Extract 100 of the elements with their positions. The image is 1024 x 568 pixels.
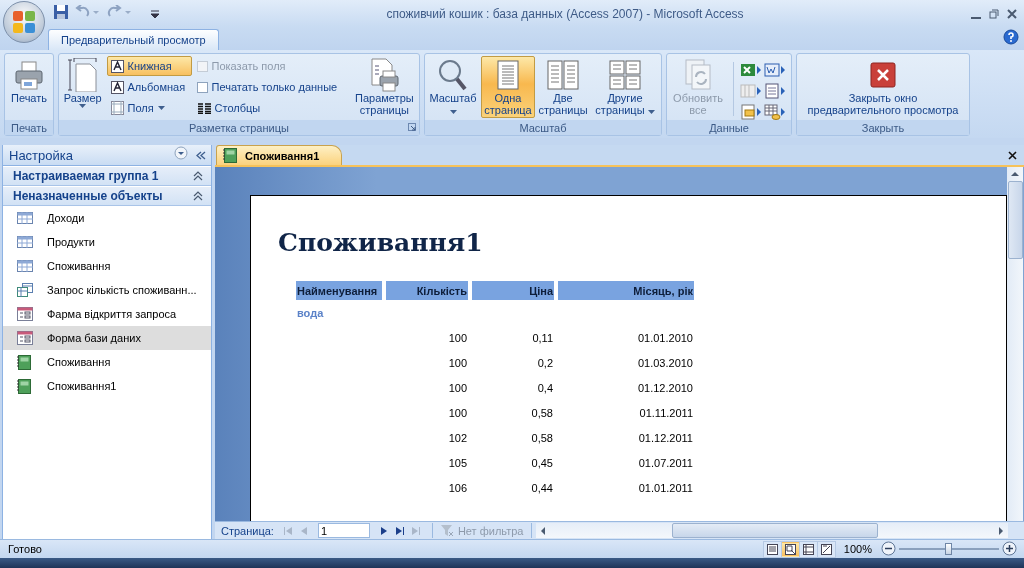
zoom-out-button[interactable] xyxy=(880,539,897,559)
magnifier-icon xyxy=(438,59,468,91)
view-button[interactable] xyxy=(763,541,781,557)
printer-icon xyxy=(14,60,44,90)
table-cell: 0,45 xyxy=(531,456,553,469)
query-icon xyxy=(17,283,33,297)
left-arrow-icon xyxy=(540,526,547,535)
scrollbar-thumb[interactable] xyxy=(672,523,879,538)
multiple-pages-icon xyxy=(609,60,641,90)
nav-item[interactable]: Споживання xyxy=(3,350,211,374)
zoom-in-button[interactable] xyxy=(1001,539,1018,559)
restore-icon xyxy=(989,8,999,19)
dialog-launcher-icon[interactable] xyxy=(408,123,416,131)
view-button[interactable] xyxy=(781,541,799,557)
columns-button[interactable]: Столбцы xyxy=(193,98,350,118)
column-header: Місяць, рік xyxy=(558,281,694,300)
table-cell: 01.11.2011 xyxy=(639,406,693,419)
portrait-icon xyxy=(110,59,124,73)
page-setup-button[interactable]: Параметры страницы xyxy=(351,56,417,118)
document-tab[interactable]: Споживання1 xyxy=(216,145,343,165)
new-page-icon xyxy=(411,526,420,535)
table-cell: 105 xyxy=(448,456,467,469)
columns-icon xyxy=(197,102,211,114)
zoom-button[interactable]: Другие страницы xyxy=(591,56,659,118)
nav-item[interactable]: Фарма відкриття запроса xyxy=(3,302,211,326)
orientation-button[interactable]: Альбомная xyxy=(106,77,192,97)
zoom-button[interactable]: Одна страница xyxy=(481,56,535,118)
zoom-button[interactable]: Масштаб xyxy=(427,56,479,118)
close-icon xyxy=(1007,8,1017,19)
undo-icon xyxy=(75,4,101,19)
nav-item[interactable]: Запрос кількість споживанн... xyxy=(3,278,211,302)
office-logo-icon xyxy=(12,10,36,34)
zoom-level: 100% xyxy=(843,543,872,555)
slider-thumb[interactable] xyxy=(945,543,952,555)
zoom-in-icon xyxy=(1002,540,1017,556)
table-icon xyxy=(17,260,33,272)
close-preview-button[interactable]: Закрыть окно предварительного просмотра xyxy=(799,56,967,118)
table-cell: 0,2 xyxy=(537,356,553,369)
margins-icon xyxy=(110,101,124,115)
zoom-out-icon xyxy=(881,540,896,556)
print-button[interactable]: Печать xyxy=(7,56,51,118)
table-cell: 01.12.2010 xyxy=(637,381,693,394)
nav-item[interactable]: Споживання xyxy=(3,254,211,278)
text-file-export-icon xyxy=(764,83,786,99)
table-cell: 0,58 xyxy=(531,431,553,444)
group-name: вода xyxy=(297,306,324,319)
redo-icon xyxy=(107,4,133,19)
size-button[interactable]: Размер xyxy=(61,56,105,118)
table-cell: 0,11 xyxy=(532,331,553,344)
nav-item[interactable]: Форма бази даних xyxy=(3,326,211,350)
design-view-icon xyxy=(820,543,832,555)
column-header: Ціна xyxy=(472,281,554,300)
group-label: Масштаб xyxy=(519,121,567,134)
view-button[interactable] xyxy=(817,541,835,557)
horizontal-scrollbar[interactable] xyxy=(536,523,1008,538)
margins-button[interactable]: Поля xyxy=(106,98,192,118)
office-button[interactable] xyxy=(3,1,45,43)
list-export-icon xyxy=(740,83,762,99)
scrollbar-thumb[interactable] xyxy=(1007,181,1023,259)
table-cell: 0,44 xyxy=(531,481,553,494)
close-icon xyxy=(870,62,896,88)
table-cell: 01.01.2010 xyxy=(637,331,693,344)
zoom-button[interactable]: Две страницы xyxy=(537,56,589,118)
two-pages-icon xyxy=(547,60,579,90)
ribbon-tab[interactable]: Предварительный просмотр xyxy=(48,29,219,50)
right-arrow-icon xyxy=(998,526,1004,535)
report-icon xyxy=(17,354,31,370)
previous-page-icon xyxy=(299,526,308,535)
word-export-icon xyxy=(764,62,786,78)
up-arrow-icon xyxy=(1011,171,1019,177)
table-cell: 0,58 xyxy=(531,406,553,419)
table-cell: 100 xyxy=(448,406,467,419)
nav-item[interactable]: Доходи xyxy=(3,206,211,230)
page-size-icon xyxy=(67,58,98,92)
pane-title: Настройка xyxy=(9,147,74,163)
table-cell: 01.01.2011 xyxy=(638,481,693,494)
nav-item[interactable]: Продукти xyxy=(3,230,211,254)
report-icon xyxy=(223,148,237,163)
view-button[interactable] xyxy=(799,541,817,557)
page-number-field[interactable]: 1 xyxy=(317,523,370,538)
table-cell: 01.12.2011 xyxy=(638,431,693,444)
filter-icon xyxy=(440,524,454,537)
nav-group-header[interactable]: Настраиваемая группа 1 xyxy=(3,166,211,186)
vertical-scrollbar[interactable] xyxy=(1007,167,1023,522)
table-cell: 01.07.2011 xyxy=(638,456,693,469)
table-icon xyxy=(17,212,33,224)
table-cell: 106 xyxy=(448,481,467,494)
refresh-icon xyxy=(683,59,713,91)
nav-item[interactable]: Споживання1 xyxy=(3,374,211,398)
group-label: Печать xyxy=(10,121,47,134)
orientation-button[interactable]: Книжная xyxy=(106,56,192,76)
page-label: Страница: xyxy=(221,524,274,537)
table-cell: 100 xyxy=(448,331,467,344)
form-icon xyxy=(17,307,33,321)
first-page-icon xyxy=(283,526,292,535)
caret-icon xyxy=(151,9,159,19)
group-title: Настраиваемая группа 1 xyxy=(13,169,160,183)
window-title: споживчий кошик : база данных (Access 2007) - Microsoft Access xyxy=(385,6,745,21)
checkbox[interactable]: Печатать только данные xyxy=(193,77,350,97)
nav-group-header[interactable]: Неназначенные объекты xyxy=(3,186,211,206)
